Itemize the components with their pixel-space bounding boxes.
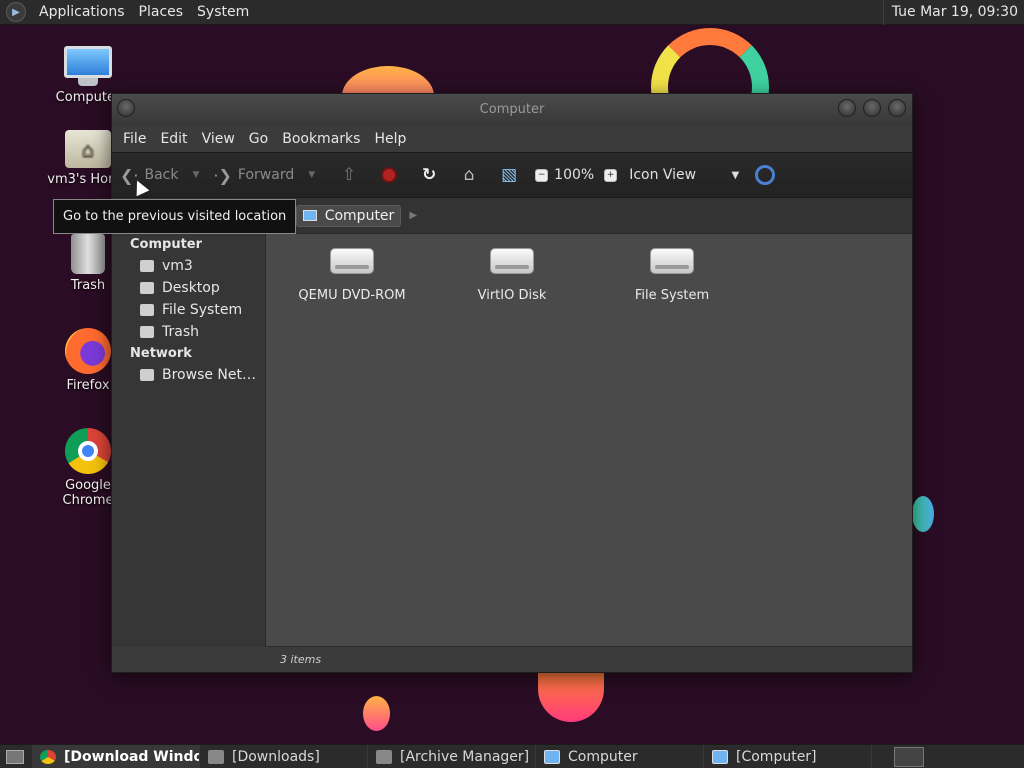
menubar: File Edit View Go Bookmarks Help [112, 126, 912, 152]
show-desktop-icon[interactable] [6, 749, 24, 764]
sidebar-heading-computer: Computer [130, 237, 203, 252]
file-item-label: File System [634, 288, 710, 303]
task-download-window[interactable]: [Download Windo... [32, 744, 200, 768]
maximize-button[interactable] [863, 99, 881, 117]
top-panel: ▶ Applications Places System Tue Mar 19,… [0, 0, 1024, 25]
back-button[interactable]: ❮· Back [120, 166, 179, 185]
computer-icon: ▧ [501, 165, 518, 185]
window-titlebar[interactable]: Computer [112, 94, 912, 126]
home-folder-icon [140, 260, 154, 272]
zoom-in-button[interactable]: + [604, 168, 618, 182]
zoom-level: 100% [554, 167, 595, 183]
hard-drive-icon [650, 248, 694, 274]
desktop-folder-icon [140, 282, 154, 294]
wallpaper-blob [912, 496, 934, 532]
menu-go[interactable]: Go [242, 131, 275, 147]
sidebar-item-trash[interactable]: Trash [112, 321, 265, 343]
back-tooltip: Go to the previous visited location [53, 199, 297, 234]
computer-icon [712, 749, 728, 764]
content-area: Computer vm3 Desktop File System Trash N… [112, 234, 912, 647]
file-item-label: QEMU DVD-ROM [298, 288, 406, 303]
computer-icon [64, 46, 112, 86]
chrome-icon [65, 428, 111, 474]
minimize-button[interactable] [838, 99, 856, 117]
places-menu[interactable]: Places [132, 4, 191, 20]
task-downloads[interactable]: [Downloads] [200, 744, 368, 768]
dropdown-caret-icon: ▼ [731, 169, 740, 181]
file-view: QEMU DVD-ROM VirtIO Disk File System [266, 234, 912, 647]
stop-button[interactable] [376, 162, 402, 188]
close-button[interactable] [888, 99, 906, 117]
window-menu-button[interactable] [117, 99, 135, 117]
sidebar: Computer vm3 Desktop File System Trash N… [112, 234, 266, 647]
sidebar-heading-network: Network [130, 346, 192, 361]
forward-button[interactable]: ·❯ Forward [213, 166, 294, 185]
firefox-icon [65, 328, 111, 374]
sidebar-item-file-system[interactable]: File System [112, 299, 265, 321]
window-title: Computer [479, 102, 545, 117]
drive-icon [140, 304, 154, 316]
workspace-switcher[interactable] [894, 746, 924, 767]
back-history-dropdown[interactable]: ▼ [193, 170, 200, 180]
status-bar: 3 items [266, 646, 912, 672]
hard-drive-icon [490, 248, 534, 274]
file-item-virtio-disk[interactable]: VirtIO Disk [437, 248, 587, 303]
computer-icon [544, 749, 560, 764]
wallpaper-blob [363, 696, 390, 731]
breadcrumb-computer[interactable]: Computer [295, 204, 402, 227]
toolbar: ❮· Back ▼ ·❯ Forward ▼ ⇧ ↻ ⌂ ▧ − 100% + … [112, 152, 912, 198]
main-menu-icon[interactable]: ▶ [6, 2, 26, 22]
chrome-icon [40, 749, 56, 764]
home-button[interactable]: ⌂ [456, 162, 482, 188]
task-archive-manager[interactable]: [Archive Manager] [368, 744, 536, 768]
computer-button[interactable]: ▧ [496, 162, 522, 188]
computer-icon [302, 210, 317, 221]
sidebar-item-vm3[interactable]: vm3 [112, 255, 265, 277]
menu-bookmarks[interactable]: Bookmarks [275, 131, 367, 147]
folder-icon [208, 749, 224, 764]
forward-history-dropdown[interactable]: ▼ [308, 170, 315, 180]
menu-edit[interactable]: Edit [153, 131, 194, 147]
forward-arrow-icon: ·❯ [213, 165, 232, 185]
up-arrow-icon: ⇧ [342, 165, 357, 185]
network-icon [140, 369, 154, 381]
clock[interactable]: Tue Mar 19, 09:30 [882, 0, 1024, 25]
menu-help[interactable]: Help [367, 131, 413, 147]
file-manager-window: Computer File Edit View Go Bookmarks Hel… [111, 93, 913, 673]
system-menu[interactable]: System [190, 4, 256, 20]
archive-icon [376, 749, 392, 764]
search-icon[interactable] [755, 165, 776, 185]
menu-view[interactable]: View [195, 131, 242, 147]
sidebar-item-browse-network[interactable]: Browse Net… [112, 364, 265, 386]
reload-icon: ↻ [422, 165, 437, 185]
home-icon: ⌂ [463, 165, 475, 185]
zoom-out-button[interactable]: − [535, 168, 549, 182]
trash-icon [140, 326, 154, 338]
home-folder-icon: ⌂ [65, 130, 111, 168]
sidebar-item-desktop[interactable]: Desktop [112, 277, 265, 299]
view-mode-select[interactable]: Icon View ▼ [629, 167, 739, 183]
optical-drive-icon [330, 248, 374, 274]
task-computer[interactable]: Computer [536, 744, 704, 768]
taskbar: [Download Windo... [Downloads] [Archive … [0, 744, 1024, 768]
file-item-label: VirtIO Disk [477, 288, 547, 303]
crumb-right-arrow-icon[interactable]: ▶ [409, 210, 417, 221]
stop-icon [381, 167, 398, 183]
up-button[interactable]: ⇧ [336, 162, 362, 188]
trash-icon [71, 234, 105, 274]
file-item-file-system[interactable]: File System [597, 248, 747, 303]
reload-button[interactable]: ↻ [416, 162, 442, 188]
task-computer-bracket[interactable]: [Computer] [704, 744, 872, 768]
file-item-dvd-rom[interactable]: QEMU DVD-ROM [277, 248, 427, 303]
applications-menu[interactable]: Applications [32, 4, 132, 20]
menu-file[interactable]: File [116, 131, 153, 147]
